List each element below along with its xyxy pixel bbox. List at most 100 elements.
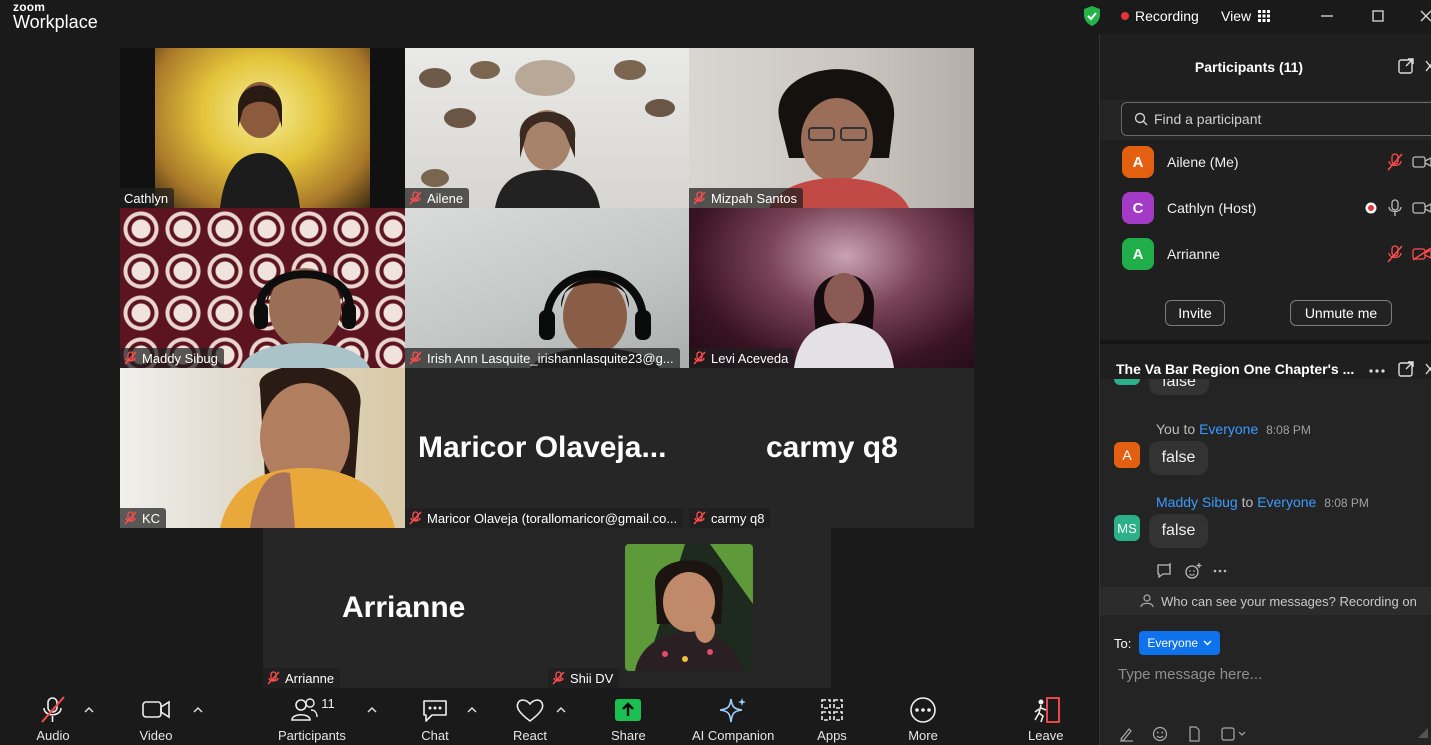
recipient[interactable]: Everyone bbox=[1257, 494, 1316, 510]
react-button[interactable]: React bbox=[513, 696, 547, 743]
more-dots-icon[interactable] bbox=[1368, 368, 1386, 374]
chat-message-meta: Maddy Sibug to Everyone 8:08 PM bbox=[1156, 494, 1369, 510]
leave-door-icon bbox=[1034, 697, 1060, 723]
recipient-select[interactable]: Everyone bbox=[1139, 631, 1221, 655]
apps-button[interactable]: Apps bbox=[816, 696, 848, 743]
chat-message[interactable]: false bbox=[1149, 441, 1208, 475]
ai-companion-button[interactable]: AI Companion bbox=[692, 696, 774, 743]
compose-toolbar bbox=[1118, 726, 1246, 742]
video-tile-kc[interactable]: KC bbox=[120, 368, 405, 528]
format-text-icon[interactable] bbox=[1118, 726, 1134, 742]
chat-button[interactable]: Chat bbox=[420, 696, 450, 743]
grid-icon bbox=[1258, 10, 1271, 22]
video-tile-shii-dv[interactable]: Shii DV bbox=[548, 528, 831, 688]
audio-button[interactable]: Audio bbox=[36, 696, 70, 743]
close-panel-icon[interactable] bbox=[1424, 58, 1431, 74]
tile-display-name: Arrianne bbox=[342, 591, 466, 624]
mic-icon[interactable] bbox=[1386, 199, 1404, 217]
sparkle-icon bbox=[720, 698, 747, 723]
emoji-icon[interactable] bbox=[1152, 726, 1168, 742]
tile-name: carmy q8 bbox=[711, 510, 765, 526]
muted-mic-icon[interactable] bbox=[1386, 245, 1404, 263]
close-chat-icon[interactable] bbox=[1424, 361, 1431, 377]
muted-mic-icon bbox=[409, 511, 422, 525]
audio-options-caret-icon[interactable] bbox=[83, 705, 95, 715]
participant-search-input[interactable]: Find a participant bbox=[1121, 102, 1431, 136]
wall-decor bbox=[419, 60, 675, 208]
minimize-icon[interactable] bbox=[1315, 4, 1339, 28]
participant-name: Arrianne bbox=[1167, 246, 1220, 262]
video-tile-carmy-q8[interactable]: carmy q8 carmy q8 bbox=[689, 368, 974, 528]
to-word: to bbox=[1241, 494, 1254, 510]
chat-options-caret-icon[interactable] bbox=[466, 705, 478, 715]
avatar: A bbox=[1114, 442, 1140, 468]
pop-out-icon[interactable] bbox=[1397, 57, 1415, 75]
screenshot-icon[interactable] bbox=[1220, 726, 1246, 742]
chat-message-partial: false bbox=[1149, 379, 1209, 395]
resize-corner-icon[interactable] bbox=[1418, 728, 1428, 738]
react-options-caret-icon[interactable] bbox=[555, 705, 567, 715]
invite-button[interactable]: Invite bbox=[1165, 300, 1225, 326]
view-button[interactable]: View bbox=[1221, 8, 1271, 24]
sender[interactable]: Maddy Sibug bbox=[1156, 494, 1238, 510]
video-off-icon[interactable] bbox=[1412, 247, 1431, 261]
to-label: To: bbox=[1114, 635, 1132, 651]
participants-options-caret-icon[interactable] bbox=[366, 705, 378, 715]
video-tile-arrianne[interactable]: Arrianne Arrianne bbox=[263, 528, 548, 688]
video-tile-maricor-olaveja[interactable]: Maricor Olaveja... Maricor Olaveja (tora… bbox=[405, 368, 689, 528]
search-placeholder: Find a participant bbox=[1154, 111, 1262, 127]
apps-label: Apps bbox=[817, 728, 847, 743]
tile-name: Maricor Olaveja (torallomaricor@gmail.co… bbox=[427, 510, 678, 526]
recipient-row: To: Everyone bbox=[1114, 631, 1221, 655]
video-tile-mizpah-santos[interactable]: Mizpah Santos bbox=[689, 48, 974, 208]
participant-row[interactable]: A Ailene (Me) bbox=[1122, 142, 1431, 182]
chat-message[interactable]: false bbox=[1149, 514, 1208, 548]
view-label: View bbox=[1221, 8, 1252, 24]
participant-name: Ailene (Me) bbox=[1167, 154, 1239, 170]
muted-mic-icon bbox=[267, 671, 280, 685]
sender: You bbox=[1156, 421, 1180, 437]
chat-bubble-icon bbox=[423, 700, 447, 722]
leave-button[interactable]: Leave bbox=[1028, 696, 1063, 743]
more-button[interactable]: More bbox=[907, 696, 939, 743]
shield-icon[interactable] bbox=[1083, 6, 1101, 26]
unmute-me-button[interactable]: Unmute me bbox=[1290, 300, 1392, 326]
video-tile-irish-ann[interactable]: Irish Ann Lasquite_irishannlasquite23@g.… bbox=[405, 208, 689, 368]
participants-button[interactable]: 11 Participants bbox=[278, 696, 346, 743]
video-tile-cathlyn[interactable]: Cathlyn bbox=[120, 48, 405, 208]
more-dots-icon[interactable] bbox=[1212, 568, 1228, 574]
chat-label: Chat bbox=[421, 728, 449, 743]
chat-message-meta: You to Everyone 8:08 PM bbox=[1156, 421, 1311, 437]
muted-mic-icon bbox=[693, 511, 706, 525]
muted-mic-icon[interactable] bbox=[1386, 153, 1404, 171]
muted-mic-icon bbox=[693, 191, 706, 205]
avatar: MS bbox=[1114, 515, 1140, 541]
recipient[interactable]: Everyone bbox=[1199, 421, 1258, 437]
heart-icon bbox=[516, 699, 544, 723]
video-button[interactable]: Video bbox=[139, 696, 173, 743]
add-reaction-icon[interactable] bbox=[1184, 563, 1202, 579]
video-camera-icon[interactable] bbox=[1412, 201, 1431, 215]
video-tile-maddy-sibug[interactable]: Maddy Sibug bbox=[120, 208, 405, 368]
pop-out-icon[interactable] bbox=[1397, 360, 1415, 378]
reply-icon[interactable] bbox=[1156, 563, 1174, 579]
chat-message-input[interactable]: Type message here... bbox=[1118, 666, 1262, 683]
react-label: React bbox=[513, 728, 547, 743]
apps-icon bbox=[821, 699, 843, 721]
person-silhouette bbox=[220, 82, 300, 208]
muted-mic-icon bbox=[124, 351, 137, 365]
video-tile-ailene[interactable]: Ailene bbox=[405, 48, 689, 208]
title-bar: zoom Workplace Recording View bbox=[0, 0, 1431, 34]
share-button[interactable]: Share bbox=[611, 696, 646, 743]
video-options-caret-icon[interactable] bbox=[192, 705, 204, 715]
file-icon[interactable] bbox=[1186, 726, 1202, 742]
recording-indicator[interactable]: Recording bbox=[1121, 8, 1199, 24]
share-screen-icon bbox=[615, 699, 642, 721]
participant-row[interactable]: A Arrianne bbox=[1122, 234, 1431, 274]
video-tile-levi-aceveda[interactable]: Levi Aceveda bbox=[689, 208, 974, 368]
maximize-icon[interactable] bbox=[1366, 4, 1390, 28]
close-icon[interactable] bbox=[1414, 4, 1431, 28]
participant-row[interactable]: C Cathlyn (Host) bbox=[1122, 188, 1431, 228]
chat-visibility-notice[interactable]: Who can see your messages? Recording on bbox=[1100, 587, 1431, 615]
video-camera-icon[interactable] bbox=[1412, 155, 1431, 169]
